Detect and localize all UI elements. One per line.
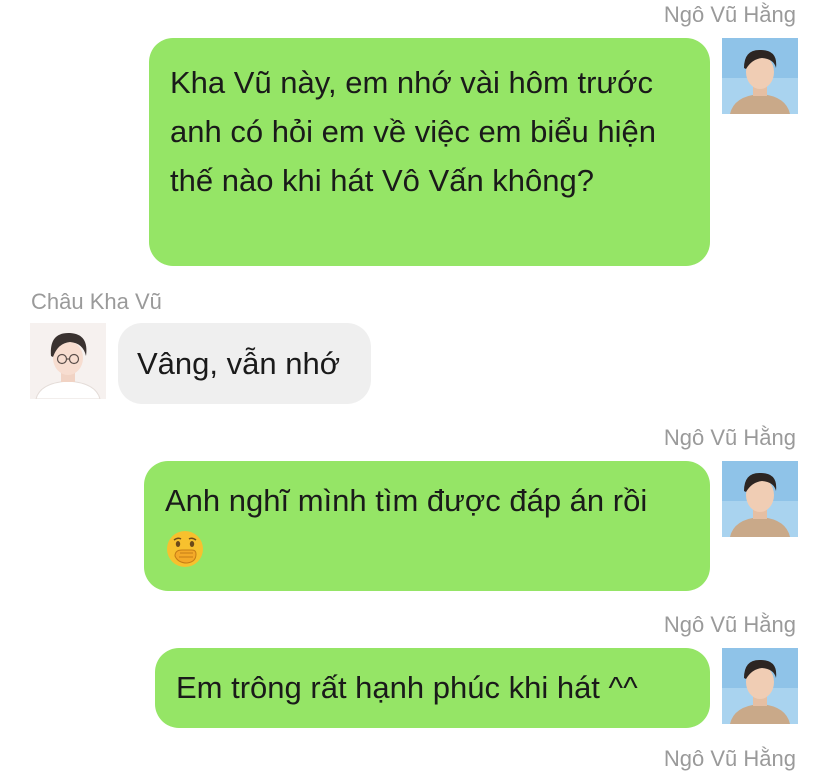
avatar-photo-sky-icon <box>722 38 798 114</box>
sender-avatar[interactable] <box>722 648 798 724</box>
message-bubble-sent[interactable]: Anh nghĩ mình tìm được đáp án rồi <box>144 461 710 591</box>
avatar-photo-white-icon <box>30 323 106 399</box>
avatar-photo-sky-icon <box>722 648 798 724</box>
message-bubble-sent[interactable]: Kha Vũ này, em nhớ vài hôm trước anh có … <box>149 38 710 266</box>
message-text: Vâng, vẫn nhớ <box>137 346 341 381</box>
face-with-hand-over-mouth-icon <box>165 529 205 569</box>
sender-name: Ngô Vũ Hằng <box>663 425 796 450</box>
message-text: Anh nghĩ mình tìm được đáp án rồi <box>165 483 648 518</box>
sender-name: Ngô Vũ Hằng <box>663 746 796 771</box>
avatar-photo-sky-icon <box>722 461 798 537</box>
sender-avatar[interactable] <box>30 323 106 399</box>
message-bubble-sent[interactable]: Em trông rất hạnh phúc khi hát ^^ <box>155 648 710 728</box>
sender-name: Ngô Vũ Hằng <box>663 612 796 637</box>
message-bubble-received[interactable]: Vâng, vẫn nhớ <box>118 323 371 404</box>
message-text: Em trông rất hạnh phúc khi hát ^^ <box>176 670 638 705</box>
sender-name: Ngô Vũ Hằng <box>663 2 796 27</box>
sender-avatar[interactable] <box>722 38 798 114</box>
message-text: Kha Vũ này, em nhớ vài hôm trước anh có … <box>170 65 656 198</box>
sender-name: Châu Kha Vũ <box>31 289 162 314</box>
sender-avatar[interactable] <box>722 461 798 537</box>
